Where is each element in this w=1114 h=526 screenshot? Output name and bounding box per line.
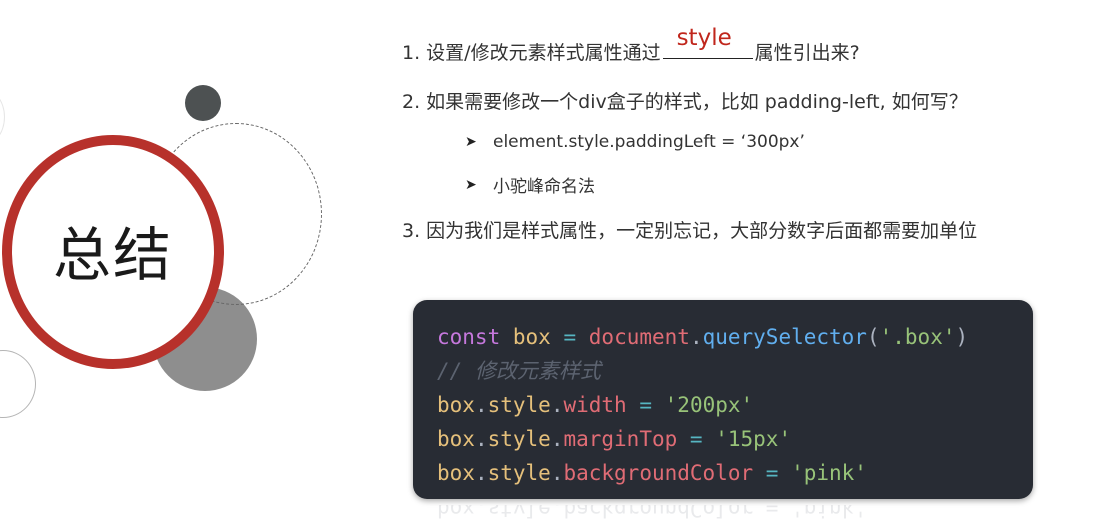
title-ring: 总结	[2, 135, 224, 369]
token-string: '.box'	[879, 325, 956, 349]
token-function: querySelector	[702, 325, 867, 349]
token-property: style	[487, 393, 551, 417]
code-line-1: const box = document.querySelector('.box…	[437, 320, 1033, 354]
token-string: '15px'	[715, 427, 792, 451]
reflection-dot: .	[474, 505, 488, 521]
code-reflection: box.style.backgroundColor = 'pink'	[437, 505, 997, 526]
question-1-suffix: 属性引出来?	[754, 42, 860, 64]
token-property: style	[487, 427, 551, 451]
bullet-text: element.style.paddingLeft = ‘300px’	[493, 132, 805, 152]
reflection-eq: =	[765, 505, 779, 521]
token-operator: =	[639, 393, 652, 417]
token-paren: (	[866, 325, 880, 349]
token-key: width	[563, 393, 627, 417]
token-dot: .	[550, 461, 564, 485]
token-dot: .	[474, 393, 488, 417]
code-line-2: // 修改元素样式	[437, 354, 1033, 388]
token-dot: .	[550, 393, 564, 417]
token-operator: =	[765, 461, 779, 485]
reflection-val: 'pink'	[791, 505, 867, 521]
token-string: '200px'	[664, 393, 754, 417]
question-1-prefix: 1. 设置/修改元素样式属性通过	[402, 42, 661, 64]
token-dot: .	[474, 461, 488, 485]
bullet-item: ➤ 小驼峰命名法	[465, 172, 595, 198]
decor-circle-dark	[185, 85, 221, 121]
reflection-prop: style	[487, 505, 551, 521]
reflection-key: backgroundColor	[563, 505, 754, 521]
token-key: backgroundColor	[563, 461, 754, 485]
arrow-bullet-icon: ➤	[465, 176, 477, 193]
token-dot: .	[474, 427, 488, 451]
token-object: box	[437, 427, 475, 451]
answer-text: style	[676, 25, 732, 51]
token-dot: .	[550, 427, 564, 451]
question-3: 3. 因为我们是样式属性，一定别忘记，大部分数字后面都需要加单位	[402, 220, 978, 242]
token-operator: =	[689, 427, 703, 451]
code-line-3: box.style.width = '200px'	[437, 388, 1033, 422]
decor-circle-faint	[0, 88, 5, 146]
token-comment: // 修改元素样式	[437, 359, 601, 383]
token-object: box	[437, 393, 475, 417]
token-property: style	[487, 461, 551, 485]
token-object: box	[437, 461, 475, 485]
token-string: 'pink'	[791, 461, 867, 485]
token-variable: box	[512, 325, 551, 349]
decor-circle-outline	[0, 350, 36, 418]
token-key: marginTop	[563, 427, 678, 451]
bullet-text: 小驼峰命名法	[493, 177, 595, 197]
arrow-bullet-icon: ➤	[465, 134, 477, 150]
token-keyword: const	[437, 325, 501, 349]
question-2: 2. 如果需要修改一个div盒子的样式，比如 padding-left, 如何写…	[402, 91, 968, 113]
code-block: const box = document.querySelector('.box…	[413, 300, 1033, 499]
token-operator: =	[563, 325, 577, 349]
token-paren: )	[955, 325, 969, 349]
bullet-item: ➤ element.style.paddingLeft = ‘300px’	[465, 132, 805, 152]
code-line-5: box.style.backgroundColor = 'pink'	[437, 456, 1033, 490]
token-dot: .	[689, 325, 703, 349]
answer-blank: style	[662, 25, 753, 59]
reflection-dot: .	[550, 505, 564, 521]
question-1: 1. 设置/修改元素样式属性通过 style 属性引出来?	[402, 25, 860, 65]
page-title: 总结	[52, 221, 173, 289]
code-line-4: box.style.marginTop = '15px'	[437, 422, 1033, 456]
token-object: document	[588, 325, 690, 349]
reflection-obj: box	[437, 505, 475, 521]
